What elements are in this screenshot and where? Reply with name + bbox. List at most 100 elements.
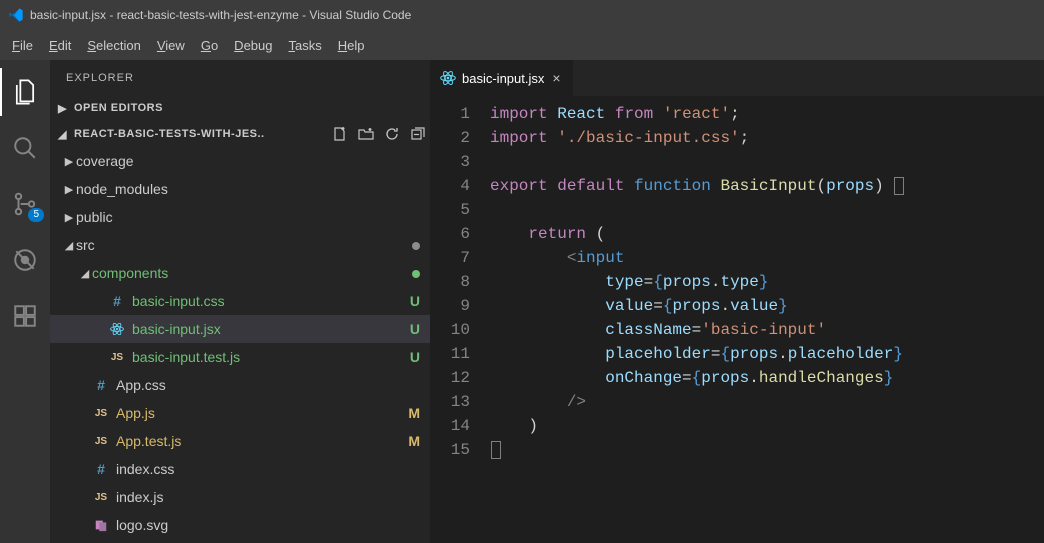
chevron-down-icon: ◢ xyxy=(78,267,92,280)
tree-label: public xyxy=(76,209,400,225)
activitybar: 5 xyxy=(0,60,50,543)
code-line[interactable]: /> xyxy=(490,390,1044,414)
hash-icon: # xyxy=(92,377,110,393)
git-status: M xyxy=(400,405,420,421)
sidebar: EXPLORER ▶ OPEN EDITORS ◢ REACT-BASIC-TE… xyxy=(50,60,430,543)
chevron-right-icon: ▶ xyxy=(58,102,70,115)
activity-search[interactable] xyxy=(0,124,50,172)
menu-help[interactable]: Help xyxy=(330,34,373,57)
git-status: M xyxy=(400,433,420,449)
git-status: U xyxy=(400,321,420,337)
file-app-css[interactable]: #App.css xyxy=(50,371,430,399)
sidebar-title: EXPLORER xyxy=(50,60,430,95)
code-line[interactable]: import './basic-input.css'; xyxy=(490,126,1044,150)
code-line[interactable] xyxy=(490,198,1044,222)
new-file-icon[interactable] xyxy=(332,126,348,142)
code-line[interactable]: import React from 'react'; xyxy=(490,102,1044,126)
chevron-right-icon: ▶ xyxy=(62,155,76,168)
code-content[interactable]: import React from 'react';import './basi… xyxy=(490,102,1044,543)
tree-label: logo.svg xyxy=(116,517,400,533)
line-number: 1 xyxy=(430,102,470,126)
vscode-logo-icon xyxy=(8,7,24,23)
chevron-right-icon: ▶ xyxy=(62,183,76,196)
line-number: 15 xyxy=(430,438,470,462)
tree-label: src xyxy=(76,237,400,253)
new-folder-icon[interactable] xyxy=(358,126,374,142)
code-line[interactable]: return ( xyxy=(490,222,1044,246)
line-number: 11 xyxy=(430,342,470,366)
menu-view[interactable]: View xyxy=(149,34,193,57)
line-number: 8 xyxy=(430,270,470,294)
line-number: 10 xyxy=(430,318,470,342)
code-line[interactable]: value={props.value} xyxy=(490,294,1044,318)
folder-public[interactable]: ▶public xyxy=(50,203,430,231)
collapse-all-icon[interactable] xyxy=(410,126,426,142)
tree-label: index.css xyxy=(116,461,400,477)
menu-go[interactable]: Go xyxy=(193,34,226,57)
file-index-css[interactable]: #index.css xyxy=(50,455,430,483)
tree-label: index.js xyxy=(116,489,400,505)
line-number: 4 xyxy=(430,174,470,198)
file-index-js[interactable]: JS index.js xyxy=(50,483,430,511)
code-line[interactable]: type={props.type} xyxy=(490,270,1044,294)
line-number: 9 xyxy=(430,294,470,318)
activity-explorer[interactable] xyxy=(0,68,50,116)
menu-selection[interactable]: Selection xyxy=(79,34,148,57)
folder-components[interactable]: ◢components xyxy=(50,259,430,287)
menu-tasks[interactable]: Tasks xyxy=(280,34,329,57)
code-line[interactable]: onChange={props.handleChanges} xyxy=(490,366,1044,390)
code-line[interactable] xyxy=(490,438,1044,462)
section-project[interactable]: ◢ REACT-BASIC-TESTS-WITH-JES.. xyxy=(50,121,430,147)
file-tree: ▶coverage▶node_modules▶public◢src◢compon… xyxy=(50,147,430,543)
code-line[interactable] xyxy=(490,150,1044,174)
file-logo-svg[interactable]: logo.svg xyxy=(50,511,430,539)
code-line[interactable]: export default function BasicInput(props… xyxy=(490,174,1044,198)
tree-label: components xyxy=(92,265,400,281)
titlebar: basic-input.jsx - react-basic-tests-with… xyxy=(0,0,1044,30)
open-editors-label: OPEN EDITORS xyxy=(74,102,426,114)
menu-edit[interactable]: Edit xyxy=(41,34,79,57)
tree-label: coverage xyxy=(76,153,400,169)
refresh-icon[interactable] xyxy=(384,126,400,142)
extensions-icon xyxy=(12,303,38,329)
code-line[interactable]: className='basic-input' xyxy=(490,318,1044,342)
bracket-highlight xyxy=(894,177,904,195)
git-status: U xyxy=(400,349,420,365)
activity-scm[interactable]: 5 xyxy=(0,180,50,228)
file-app-js[interactable]: JS App.jsM xyxy=(50,399,430,427)
code-line[interactable]: ) xyxy=(490,414,1044,438)
file-basic-input-css[interactable]: #basic-input.cssU xyxy=(50,287,430,315)
project-label: REACT-BASIC-TESTS-WITH-JES.. xyxy=(74,128,332,140)
folder-coverage[interactable]: ▶coverage xyxy=(50,147,430,175)
file-basic-input-jsx[interactable]: basic-input.jsxU xyxy=(50,315,430,343)
code-line[interactable]: <input xyxy=(490,246,1044,270)
purple-icon xyxy=(92,518,110,532)
js-icon: JS xyxy=(92,408,110,419)
tree-label: App.test.js xyxy=(116,433,400,449)
js-icon: JS xyxy=(92,492,110,503)
tab-basic-input[interactable]: basic-input.jsx × xyxy=(430,60,574,96)
editor-area: basic-input.jsx × 123456789101112131415 … xyxy=(430,60,1044,543)
code-line[interactable]: placeholder={props.placeholder} xyxy=(490,342,1044,366)
debug-icon xyxy=(12,247,38,273)
activity-debug[interactable] xyxy=(0,236,50,284)
git-status: U xyxy=(400,293,420,309)
chevron-down-icon: ◢ xyxy=(58,128,70,141)
line-number: 5 xyxy=(430,198,470,222)
file-app-test-js[interactable]: JSApp.test.jsM xyxy=(50,427,430,455)
code-editor[interactable]: 123456789101112131415 import React from … xyxy=(430,96,1044,543)
section-open-editors[interactable]: ▶ OPEN EDITORS xyxy=(50,95,430,121)
menu-debug[interactable]: Debug xyxy=(226,34,280,57)
activity-extensions[interactable] xyxy=(0,292,50,340)
close-icon[interactable]: × xyxy=(550,70,562,86)
tree-label: App.js xyxy=(116,405,400,421)
line-number: 14 xyxy=(430,414,470,438)
window-title: basic-input.jsx - react-basic-tests-with… xyxy=(30,8,411,22)
folder-src[interactable]: ◢src xyxy=(50,231,430,259)
file-basic-input-test-js[interactable]: JSbasic-input.test.jsU xyxy=(50,343,430,371)
editor-tabs: basic-input.jsx × xyxy=(430,60,1044,96)
folder-node-modules[interactable]: ▶node_modules xyxy=(50,175,430,203)
chevron-right-icon: ▶ xyxy=(62,211,76,224)
menu-file[interactable]: File xyxy=(4,34,41,57)
files-icon xyxy=(11,78,39,106)
